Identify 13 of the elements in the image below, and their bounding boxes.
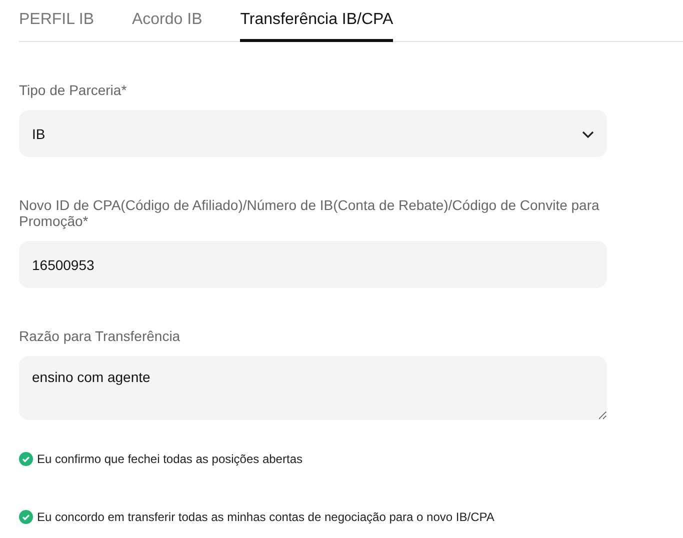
tab[interactable]: PERFIL IB [19,11,94,42]
check-circle-icon[interactable] [19,452,33,466]
confirmation-text: Eu concordo em transferir todas as minhas contas de negociação para o novo IB/CPA [37,510,494,524]
select-field[interactable]: IB [19,110,607,157]
field-label: Novo ID de CPA(Código de Afiliado)/Número de IB(Conta de Rebate)/Código de Convite para Promoção* [19,197,600,229]
tab[interactable]: Transferência IB/CPA [240,11,394,42]
field-label: Tipo de Parceria* [19,82,128,98]
input-field[interactable]: 16500953 [19,241,607,288]
confirmation-text: Eu confirmo que fechei todas as posições abertas [37,452,302,466]
check-circle-icon[interactable] [19,510,33,524]
field-label: Razão para Transferência [19,328,182,344]
tab[interactable]: Acordo IB [132,11,202,42]
text-area[interactable]: ensino com agente [19,356,607,420]
